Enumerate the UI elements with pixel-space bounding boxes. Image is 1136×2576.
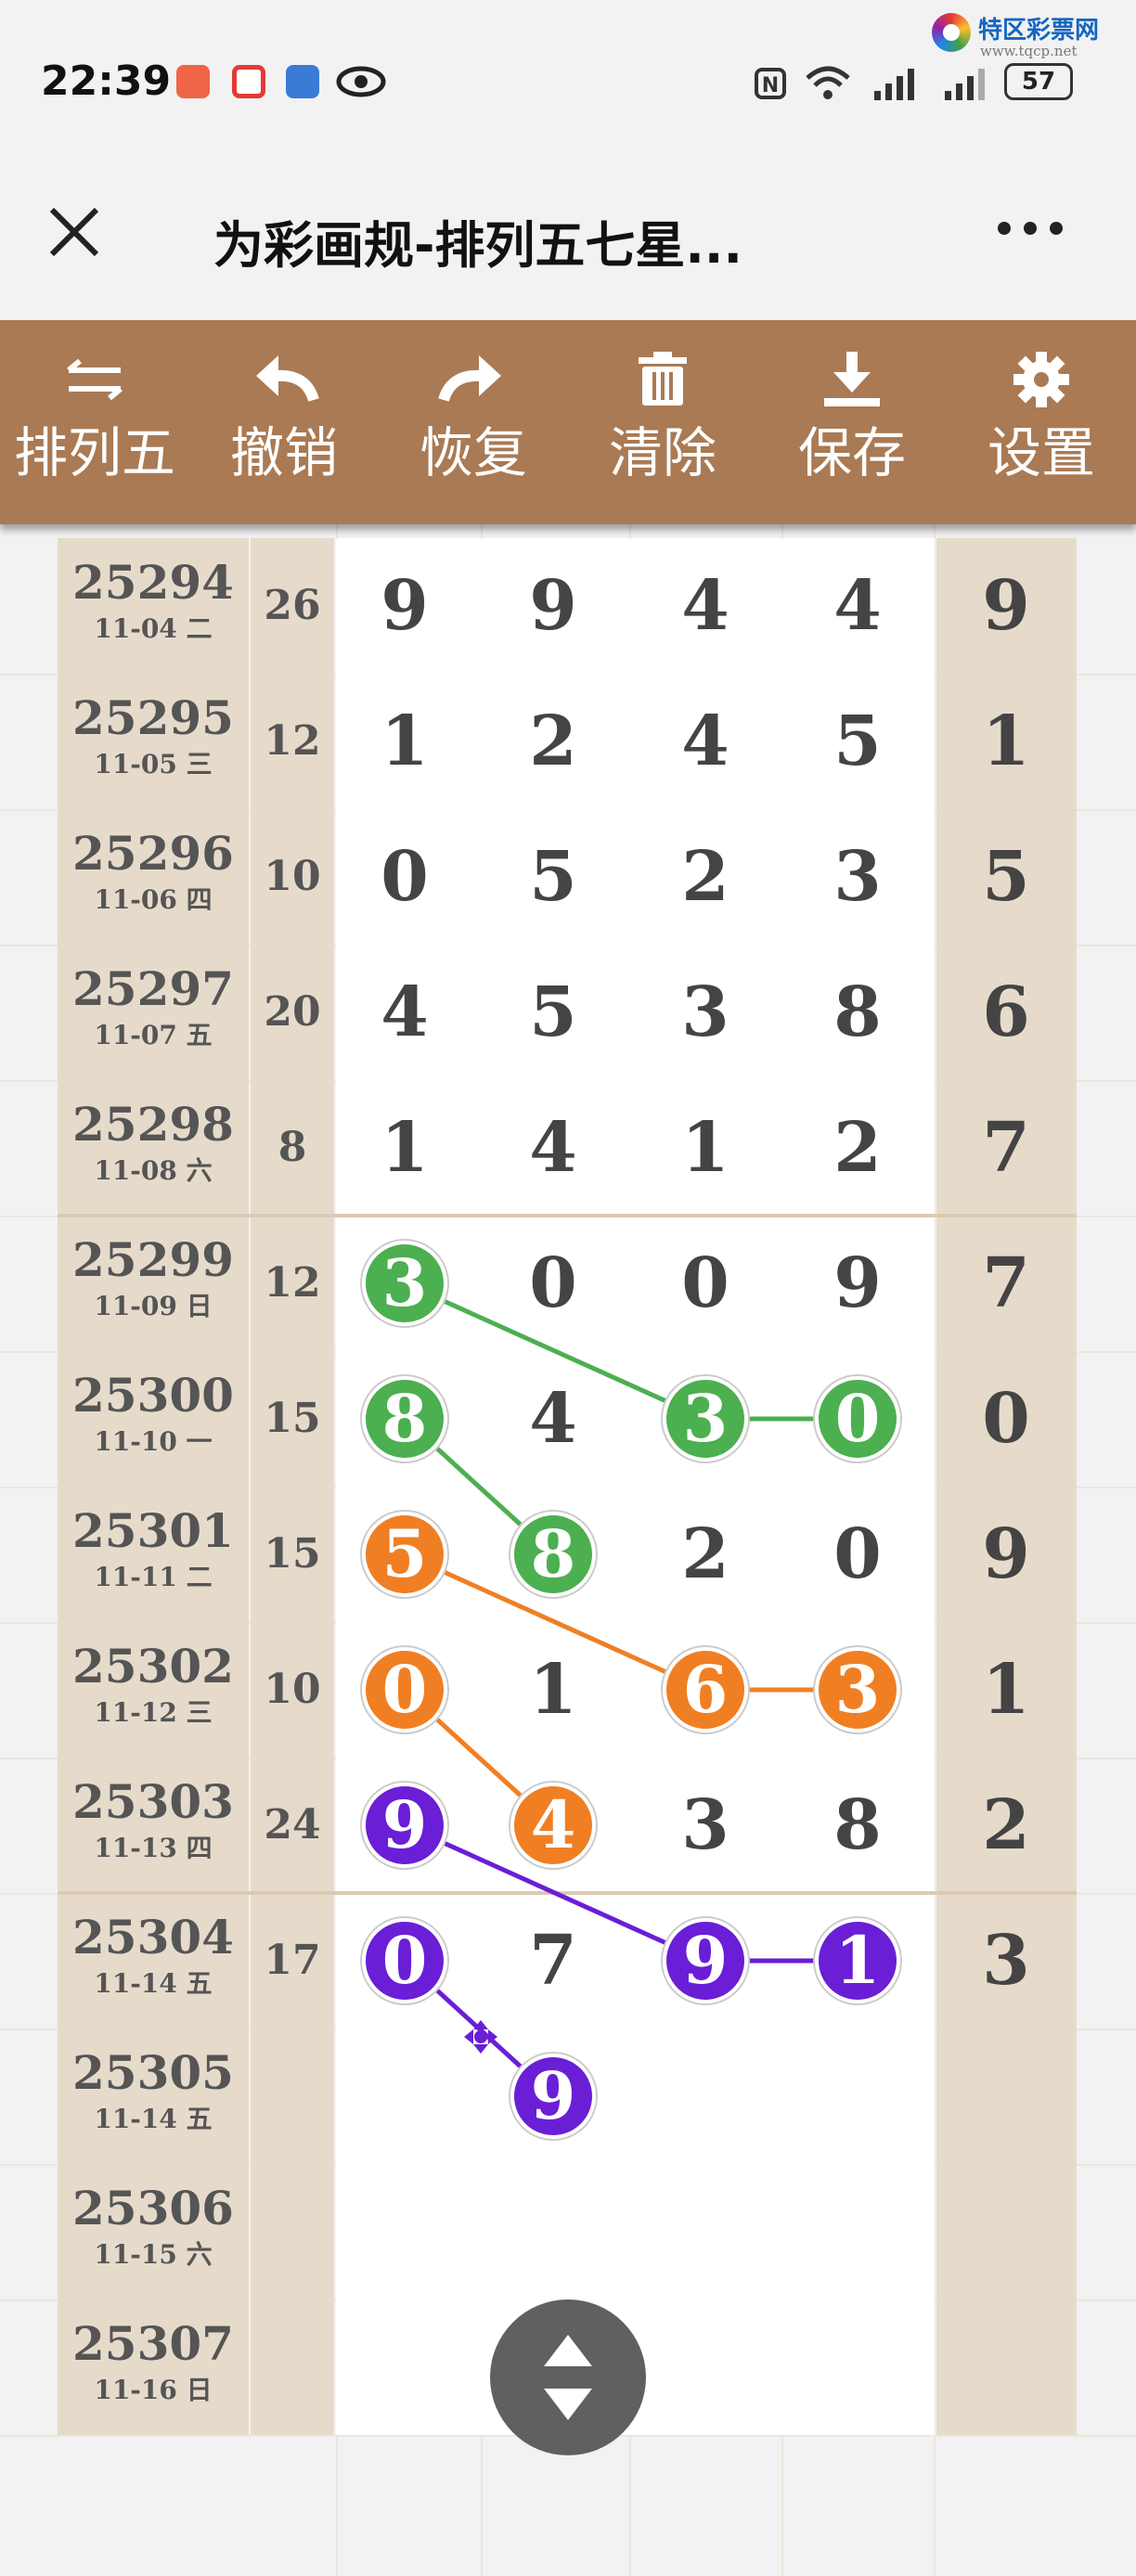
undo-button[interactable]: 撤销	[189, 320, 379, 524]
highlight-ball[interactable]: 3	[815, 1647, 900, 1732]
scroll-toggle-button[interactable]	[490, 2299, 646, 2455]
status-time: 22:39	[41, 58, 172, 105]
app-notification-icon	[176, 65, 210, 98]
browser-notification-icon	[286, 65, 319, 98]
scroll-updown-icon	[544, 2335, 592, 2420]
highlight-ball[interactable]: 0	[815, 1376, 900, 1462]
highlight-ball[interactable]: 9	[663, 1918, 748, 2003]
wifi-icon	[806, 66, 850, 99]
watermark-logo-icon	[932, 13, 971, 52]
close-button[interactable]	[37, 195, 111, 269]
swap-icon	[67, 358, 123, 401]
drag-handle-arrow	[464, 2029, 473, 2044]
drag-handle-center	[474, 2030, 487, 2043]
eye-icon	[336, 66, 386, 97]
page-title: 为彩画规-排列五七星...	[213, 216, 742, 275]
redo-button[interactable]: 恢复	[379, 320, 568, 524]
highlight-ball[interactable]: 0	[362, 1918, 447, 2003]
status-bar: 22:39 N 57 特区彩票网 www.tqcp.net	[0, 0, 1136, 167]
toolbar-label: 保存	[797, 421, 906, 484]
watermark-url: www.tqcp.net	[980, 43, 1078, 59]
highlight-ball[interactable]: 4	[510, 1783, 596, 1868]
message-notification-icon	[232, 65, 265, 98]
trash-icon	[639, 352, 687, 406]
undo-icon	[256, 355, 319, 402]
more-button[interactable]	[984, 186, 1077, 260]
highlight-ball[interactable]: 3	[362, 1241, 447, 1326]
svg-text:N: N	[762, 74, 779, 97]
connection-line	[403, 1281, 707, 1422]
redo-icon	[438, 355, 501, 402]
close-icon	[49, 207, 99, 257]
watermark-name: 特区彩票网	[978, 17, 1100, 45]
toolbar-label: 恢复	[419, 421, 527, 484]
highlight-ball[interactable]: 3	[663, 1376, 748, 1462]
highlight-ball[interactable]: 8	[362, 1376, 447, 1462]
signal-icon-2	[945, 69, 985, 100]
toolbar-label: 排列五	[13, 421, 175, 484]
gear-icon	[1013, 352, 1069, 407]
highlight-ball[interactable]: 9	[362, 1783, 447, 1868]
title-bar: 为彩画规-排列五七星...	[0, 167, 1136, 320]
clear-button[interactable]: 清除	[568, 320, 757, 524]
draw-chart-grid[interactable]: 25294 11-04 二 26 9 9 4 4 9 25295 11-05 三 12 1 2 4 5 1 25…	[0, 524, 1136, 2576]
toolbar-label: 撤销	[229, 421, 338, 484]
highlight-ball[interactable]: 0	[362, 1647, 447, 1732]
toolbar-label: 清除	[608, 421, 716, 484]
download-icon	[824, 352, 880, 406]
highlight-ball[interactable]: 8	[510, 1512, 596, 1597]
highlight-ball[interactable]: 6	[663, 1647, 748, 1732]
battery-indicator: 57	[1004, 63, 1073, 100]
highlight-ball[interactable]: 5	[362, 1512, 447, 1597]
highlight-ball[interactable]: 1	[815, 1918, 900, 2003]
drag-handle-arrow	[473, 2044, 488, 2054]
highlight-ball[interactable]: 9	[510, 2054, 596, 2139]
toolbar: 排列五 撤销 恢复 清除 保存 设置	[0, 320, 1136, 524]
drag-handle-icon[interactable]	[464, 2020, 497, 2054]
switch-lottery-button[interactable]: 排列五	[0, 320, 189, 524]
nfc-icon: N	[755, 68, 786, 99]
save-button[interactable]: 保存	[757, 320, 947, 524]
more-icon	[998, 222, 1063, 235]
signal-icon	[874, 69, 914, 100]
watermark: 特区彩票网 www.tqcp.net	[932, 9, 1127, 65]
settings-button[interactable]: 设置	[947, 320, 1136, 524]
toolbar-label: 设置	[987, 421, 1095, 484]
